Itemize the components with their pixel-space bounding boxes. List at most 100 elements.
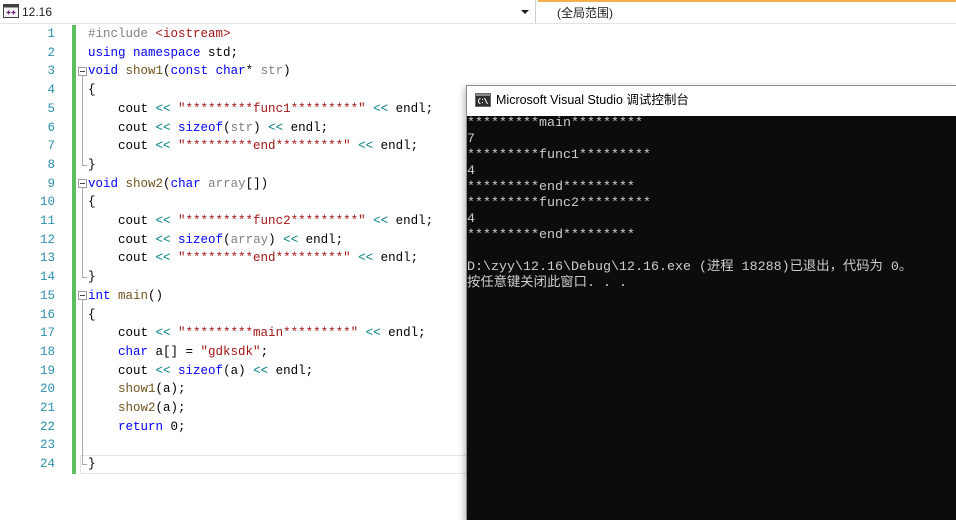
code-line[interactable]: {	[88, 306, 96, 325]
code-token: <<	[155, 363, 171, 378]
console-output-line: 按任意键关闭此窗口. . .	[467, 276, 627, 291]
code-token: show2	[118, 401, 156, 415]
code-line[interactable]: cout << "*********func1*********" << end…	[88, 100, 433, 119]
code-token: array	[230, 232, 269, 247]
code-token: {	[88, 307, 96, 322]
code-token: "*********end*********"	[178, 251, 351, 266]
code-line[interactable]: void show1(const char* str)	[88, 62, 291, 81]
code-token: sizeof	[178, 120, 224, 135]
code-line[interactable]: int main()	[88, 287, 163, 306]
code-line[interactable]: {	[88, 193, 96, 212]
code-token: cout	[88, 214, 156, 228]
code-token: <<	[358, 139, 374, 154]
console-output-line: *********func2*********	[467, 196, 651, 211]
console-title: Microsoft Visual Studio 调试控制台	[496, 93, 689, 107]
code-token: str	[230, 120, 254, 135]
code-token: <<	[155, 232, 171, 247]
code-line[interactable]: cout << sizeof(str) << endl;	[88, 119, 328, 138]
code-line[interactable]: #include <iostream>	[88, 25, 231, 44]
code-token: char	[215, 64, 246, 79]
code-token: show2	[125, 176, 164, 191]
code-token: str	[260, 64, 284, 79]
code-token: cout	[88, 120, 156, 135]
console-output-line: *********end*********	[467, 180, 635, 195]
code-line[interactable]: char a[] = "gdksdk";	[88, 343, 268, 362]
code-token: array	[208, 176, 246, 191]
code-token: ()	[148, 288, 164, 303]
code-token: sizeof	[178, 232, 224, 247]
console-output-line: *********main*********	[467, 116, 643, 131]
code-line[interactable]: show2(a);	[88, 399, 186, 418]
code-line[interactable]: cout << "*********end*********" << endl;	[88, 249, 418, 268]
code-line[interactable]: using namespace std;	[88, 44, 238, 63]
code-token: cout	[88, 139, 156, 154]
code-token: char	[118, 344, 149, 359]
code-line[interactable]: cout << "*********end*********" << endl;	[88, 137, 418, 156]
code-token: endl;	[388, 101, 434, 116]
code-token: int	[88, 288, 111, 303]
console-title-bar[interactable]: Microsoft Visual Studio 调试控制台	[467, 86, 956, 116]
code-token: "gdksdk"	[200, 344, 261, 359]
code-line[interactable]: cout << sizeof(array) << endl;	[88, 231, 343, 250]
console-output-line: 4	[467, 164, 475, 179]
code-token: <<	[155, 120, 171, 135]
code-line[interactable]: {	[88, 81, 96, 100]
code-token: show1	[125, 64, 164, 79]
console-output-line: *********end*********	[467, 228, 635, 243]
code-token: <<	[155, 326, 171, 341]
code-line[interactable]: }	[88, 268, 96, 287]
code-token: <<	[155, 214, 171, 228]
code-token: cout	[88, 232, 156, 247]
code-token: cout	[88, 326, 156, 341]
code-token: "*********main*********"	[178, 326, 359, 341]
code-token: )	[253, 120, 269, 135]
code-token: endl;	[283, 120, 329, 135]
code-line[interactable]: cout << "*********main*********" << endl…	[88, 324, 426, 343]
code-token: )	[268, 232, 284, 247]
code-token: "*********func1*********"	[178, 101, 366, 116]
code-line[interactable]: cout << sizeof(a) << endl;	[88, 362, 313, 381]
code-token: "*********end*********"	[178, 139, 351, 154]
code-line[interactable]: return 0;	[88, 418, 186, 437]
code-line[interactable]: void show2(char array[])	[88, 175, 268, 194]
code-token: )	[283, 64, 291, 79]
code-token: void	[88, 176, 119, 191]
code-line[interactable]: cout << "*********func2*********" << end…	[88, 212, 433, 231]
code-token: endl;	[373, 139, 419, 154]
code-line[interactable]: }	[88, 156, 96, 175]
code-token: <<	[373, 214, 389, 228]
console-output-line: *********func1*********	[467, 148, 651, 163]
code-token: endl;	[373, 251, 419, 266]
debug-console-window[interactable]: Microsoft Visual Studio 调试控制台 *********m…	[466, 85, 956, 520]
code-token: ;	[260, 344, 269, 359]
code-token: #include	[88, 27, 156, 41]
code-token: <<	[268, 120, 284, 135]
code-token: return	[118, 419, 164, 434]
code-token: [])	[245, 176, 269, 191]
code-token: {	[88, 195, 96, 210]
code-line[interactable]: show1(a);	[88, 380, 186, 399]
code-token: <<	[283, 232, 299, 247]
code-token: (	[223, 120, 231, 135]
code-token: <<	[155, 251, 171, 266]
code-token: namespace	[133, 45, 201, 60]
code-line[interactable]: }	[88, 455, 96, 474]
console-output[interactable]: *********main********* 7 *********func1***…	[467, 116, 956, 520]
console-icon	[475, 93, 491, 107]
